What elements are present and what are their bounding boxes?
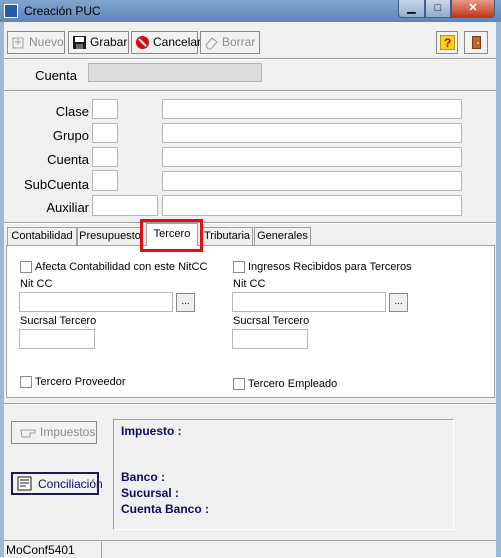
levels-separator xyxy=(4,222,496,224)
banco-label: Banco : xyxy=(121,470,166,484)
tab-highlight xyxy=(140,219,203,252)
nit-cc-label-left: Nit CC xyxy=(20,278,53,290)
maximize-button[interactable]: □ xyxy=(425,0,451,18)
impuesto-label: Impuesto : xyxy=(121,424,182,438)
clase-label: Clase xyxy=(55,104,89,119)
sucursal-field-right[interactable] xyxy=(232,329,308,349)
tab-contabilidad[interactable]: Contabilidad xyxy=(7,227,77,245)
tab-presupuesto[interactable]: Presupuesto xyxy=(77,227,143,245)
status-cell: MoConf5401 xyxy=(4,542,102,558)
cuenta-header-field[interactable] xyxy=(88,63,262,82)
minimize-button[interactable]: ▁ xyxy=(398,0,425,18)
tab-tributaria[interactable]: Tributaria xyxy=(201,227,253,245)
clase-name-field[interactable] xyxy=(162,99,462,119)
grupo-label: Grupo xyxy=(52,128,89,143)
help-icon: ? xyxy=(439,34,456,51)
new-icon xyxy=(11,35,26,50)
window-frame-right xyxy=(496,22,501,557)
tercero-proveedor-label: Tercero Proveedor xyxy=(35,376,126,388)
nuevo-button[interactable]: Nuevo xyxy=(7,31,65,54)
cuenta-name-field[interactable] xyxy=(162,147,462,167)
status-bar: MoConf5401 xyxy=(4,540,496,558)
nit-browse-button-right[interactable]: ... xyxy=(389,293,408,312)
nit-cc-field-left[interactable] xyxy=(19,292,173,312)
subcuenta-code-field[interactable] xyxy=(92,170,118,191)
cancel-icon xyxy=(135,35,150,50)
grabar-button[interactable]: Grabar xyxy=(68,31,129,54)
nit-browse-button-left[interactable]: ... xyxy=(176,293,195,312)
auxiliar-code-field[interactable] xyxy=(92,195,158,216)
cuenta-label: Cuenta xyxy=(47,152,89,167)
save-icon xyxy=(72,35,87,50)
tab-generales[interactable]: Generales xyxy=(254,227,311,245)
auxiliar-label: Auxiliar xyxy=(46,200,89,215)
cancelar-label: Cancelar xyxy=(153,35,202,49)
hand-pointer-icon xyxy=(20,425,36,440)
subcuenta-label: SubCuenta xyxy=(23,177,89,192)
nit-cc-field-right[interactable] xyxy=(232,292,386,312)
afecta-contabilidad-checkbox[interactable] xyxy=(20,261,32,273)
ingresos-terceros-checkbox[interactable] xyxy=(233,261,245,273)
subcuenta-name-field[interactable] xyxy=(162,171,462,191)
afecta-contabilidad-label: Afecta Contabilidad con este NitCC xyxy=(35,261,208,273)
borrar-label: Borrar xyxy=(222,35,256,49)
impuestos-button[interactable]: Impuestos xyxy=(11,421,97,444)
svg-text:?: ? xyxy=(444,36,451,50)
sucursal-label-right: Sucrsal Tercero xyxy=(233,315,310,327)
conciliacion-button[interactable]: Conciliación xyxy=(11,472,103,495)
impuestos-label: Impuestos xyxy=(40,425,96,439)
sucursal-field-left[interactable] xyxy=(19,329,95,349)
nuevo-label: Nuevo xyxy=(29,35,64,49)
cuenta-code-field[interactable] xyxy=(92,147,118,167)
borrar-button[interactable]: Borrar xyxy=(200,31,260,54)
grabar-label: Grabar xyxy=(90,35,128,49)
nit-cc-label-right: Nit CC xyxy=(233,278,266,290)
exit-button[interactable] xyxy=(464,31,488,54)
toolbar-separator xyxy=(4,58,496,60)
panel-separator xyxy=(4,403,496,405)
conciliacion-label: Conciliación xyxy=(38,477,103,491)
close-button[interactable]: ✕ xyxy=(451,0,495,18)
app-icon xyxy=(4,4,18,18)
status-text: MoConf5401 xyxy=(6,543,75,557)
header-separator xyxy=(4,90,496,92)
window-frame-left xyxy=(0,22,4,557)
cuenta-banco-label: Cuenta Banco : xyxy=(121,502,210,516)
eraser-icon xyxy=(204,35,219,50)
auxiliar-name-field[interactable] xyxy=(162,195,462,216)
ingresos-terceros-label: Ingresos Recibidos para Terceros xyxy=(248,261,412,273)
grupo-code-field[interactable] xyxy=(92,123,118,143)
title-bar: Creación PUC ▁ □ ✕ xyxy=(0,0,501,22)
sucursal-label-left: Sucrsal Tercero xyxy=(20,315,97,327)
exit-door-icon xyxy=(469,35,484,50)
ledger-icon xyxy=(17,476,32,491)
tercero-proveedor-checkbox[interactable] xyxy=(20,376,32,388)
grupo-name-field[interactable] xyxy=(162,123,462,143)
sucursal-label: Sucursal : xyxy=(121,486,180,500)
help-button[interactable]: ? xyxy=(436,31,458,54)
tercero-empleado-checkbox[interactable] xyxy=(233,378,245,390)
cancelar-button[interactable]: Cancelar xyxy=(131,31,202,54)
cuenta-header-label: Cuenta xyxy=(35,68,77,83)
clase-code-field[interactable] xyxy=(92,99,118,119)
window-title: Creación PUC xyxy=(24,4,101,18)
tercero-empleado-label: Tercero Empleado xyxy=(248,378,338,390)
